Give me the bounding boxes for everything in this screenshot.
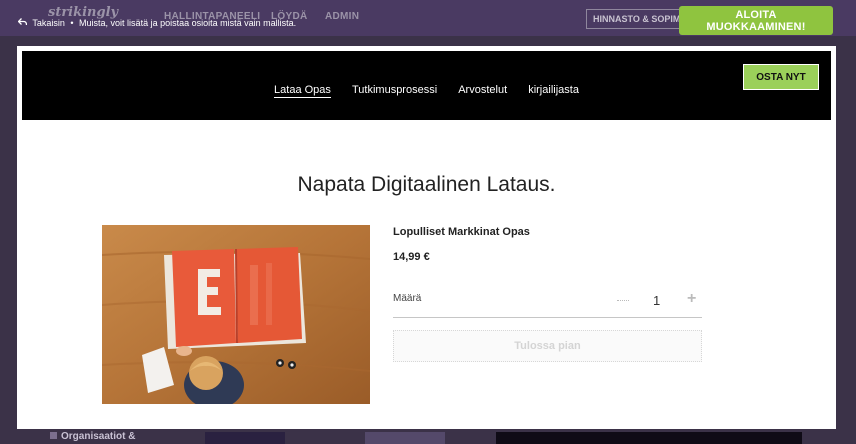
site-nav: Lataa Opas Tutkimusprosessi Arvostelut k… <box>22 84 831 98</box>
back-label: Takaisin <box>32 18 65 28</box>
category-label-text: Organisaatiot & <box>61 431 136 442</box>
hint-text: Muista, voit lisätä ja poistaa osioita m… <box>79 18 297 28</box>
page-title: Napata Digitaalinen Lataus. <box>297 173 556 196</box>
site-nav-item-author[interactable]: kirjailijasta <box>528 84 579 97</box>
quantity-increase-icon[interactable]: + <box>687 290 696 308</box>
quantity-decrease-button[interactable] <box>617 300 629 301</box>
quantity-label: Määrä <box>393 293 422 304</box>
back-arrow-icon <box>17 18 28 28</box>
buy-now-button[interactable]: OSTA NYT <box>743 64 819 90</box>
site-header: Lataa Opas Tutkimusprosessi Arvostelut k… <box>22 51 831 120</box>
product-price: 14,99 € <box>393 251 430 263</box>
background-template-thumb <box>365 432 445 444</box>
coming-soon-button[interactable]: Tulossa pian <box>393 330 702 362</box>
category-square-icon <box>50 432 57 439</box>
background-category-label: Organisaatiot & <box>50 431 135 442</box>
back-link[interactable]: Takaisin • Muista, voit lisätä ja poista… <box>17 18 297 28</box>
hint-separator: • <box>70 18 74 28</box>
background-template-thumb <box>205 432 285 444</box>
book-photo-illustration <box>102 225 370 404</box>
site-nav-item-download-guide[interactable]: Lataa Opas <box>274 84 331 98</box>
template-preview-modal: Lataa Opas Tutkimusprosessi Arvostelut k… <box>17 46 836 429</box>
quantity-divider <box>393 317 702 318</box>
nav-admin[interactable]: ADMIN <box>325 11 359 22</box>
background-template-thumb <box>496 432 802 444</box>
pricing-button[interactable]: HINNASTO & SOPIMUKSET <box>586 9 688 29</box>
product-name: Lopulliset Markkinat Opas <box>393 226 530 238</box>
start-editing-button[interactable]: ALOITA MUOKKAAMINEN! <box>679 6 833 35</box>
quantity-value[interactable]: 1 <box>653 293 660 308</box>
product-image <box>102 225 370 404</box>
site-nav-item-reviews[interactable]: Arvostelut <box>458 84 507 97</box>
site-nav-item-research[interactable]: Tutkimusprosessi <box>352 84 437 97</box>
